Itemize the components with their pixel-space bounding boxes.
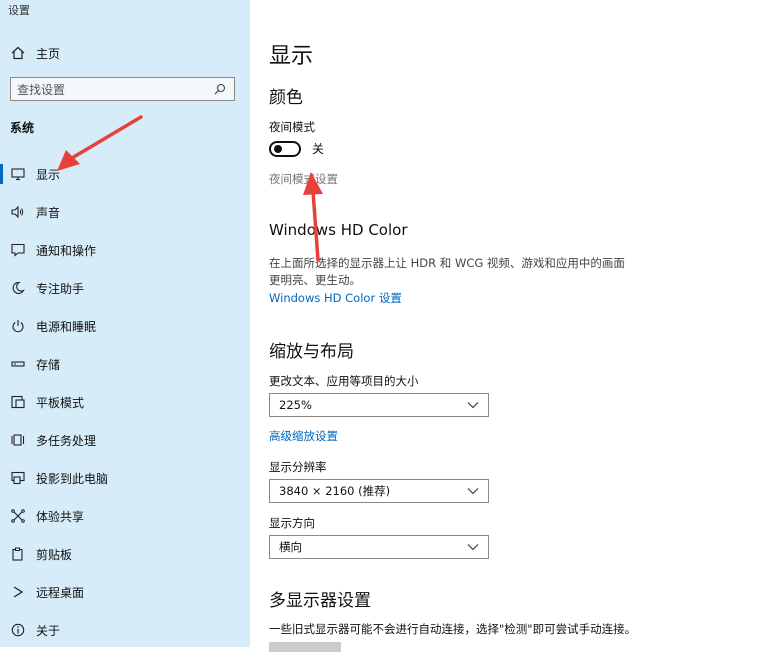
storage-icon <box>10 356 26 372</box>
resolution-select[interactable]: 3840 × 2160 (推荐) <box>269 479 489 503</box>
page-title: 显示 <box>269 44 314 69</box>
sidebar-item-remote-desktop[interactable]: 远程桌面 <box>0 573 250 611</box>
sidebar-item-focus-assist[interactable]: 专注助手 <box>0 269 250 307</box>
home-icon <box>10 45 26 61</box>
share-icon <box>10 508 26 524</box>
sidebar-item-storage[interactable]: 存储 <box>0 345 250 383</box>
sidebar-item-label: 专注助手 <box>36 281 85 296</box>
sidebar-item-label: 存储 <box>36 357 61 372</box>
section-title-color: 颜色 <box>269 88 303 108</box>
section-title-multi-display: 多显示器设置 <box>269 591 371 611</box>
speaker-icon <box>10 204 26 220</box>
sidebar-item-label: 电源和睡眠 <box>36 319 97 334</box>
orientation-select[interactable]: 横向 <box>269 535 489 559</box>
sidebar-item-home[interactable]: 主页 <box>0 40 250 66</box>
select-value: 横向 <box>279 540 302 554</box>
search-placeholder: 查找设置 <box>17 82 66 97</box>
sidebar-item-power[interactable]: 电源和睡眠 <box>0 307 250 345</box>
power-icon <box>10 318 26 334</box>
sidebar-item-notifications[interactable]: 通知和操作 <box>0 231 250 269</box>
moon-icon <box>10 280 26 296</box>
hdr-description: 在上面所选择的显示器上让 HDR 和 WCG 视频、游戏和应用中的画面更明亮、更… <box>269 256 625 287</box>
detect-button[interactable] <box>269 642 341 652</box>
select-value: 225% <box>279 398 312 412</box>
sidebar-item-clipboard[interactable]: 剪贴板 <box>0 535 250 573</box>
scale-size-label: 更改文本、应用等项目的大小 <box>269 374 419 388</box>
info-icon <box>10 622 26 638</box>
sidebar-item-multitask[interactable]: 多任务处理 <box>0 421 250 459</box>
project-icon <box>10 470 26 486</box>
window-title: 设置 <box>8 4 30 17</box>
night-mode-settings-link[interactable]: 夜间模式设置 <box>269 171 338 187</box>
sidebar-item-display[interactable]: 显示 <box>0 155 250 193</box>
toggle-state-label: 关 <box>312 142 325 156</box>
search-input[interactable]: 查找设置 <box>10 77 235 101</box>
notification-icon <box>10 242 26 258</box>
tablet-icon <box>10 394 26 410</box>
search-icon[interactable] <box>212 81 228 97</box>
multitask-icon <box>10 432 26 448</box>
clipboard-icon <box>10 546 26 562</box>
scale-size-select[interactable]: 225% <box>269 393 489 417</box>
sidebar-nav: 显示 声音 通知和操作 专注助手 电源和睡眠 存储 平板模式 多任务处理 投影到… <box>0 155 250 649</box>
section-title-hdr: Windows HD Color <box>269 221 408 239</box>
resolution-label: 显示分辨率 <box>269 460 327 474</box>
sidebar-item-label: 体验共享 <box>36 509 85 524</box>
hdr-settings-link[interactable]: Windows HD Color 设置 <box>269 290 402 306</box>
sidebar-item-label: 多任务处理 <box>36 433 97 448</box>
sidebar-item-label: 剪贴板 <box>36 547 73 562</box>
advanced-scaling-link[interactable]: 高级缩放设置 <box>269 428 338 444</box>
chevron-down-icon <box>466 398 480 412</box>
sidebar-item-label: 通知和操作 <box>36 243 97 258</box>
sidebar-item-about[interactable]: 关于 <box>0 611 250 649</box>
sidebar-item-label: 显示 <box>36 167 61 182</box>
sidebar-item-label: 声音 <box>36 205 61 220</box>
night-mode-label: 夜间模式 <box>269 120 315 134</box>
sidebar-item-label: 关于 <box>36 623 61 638</box>
chevron-down-icon <box>466 484 480 498</box>
sidebar-item-label: 主页 <box>36 46 61 61</box>
section-title: 系统 <box>10 121 35 135</box>
sidebar-item-label: 平板模式 <box>36 395 85 410</box>
sidebar: 设置 主页 查找设置 系统 显示 声音 通知和操作 专注助手 电源和睡眠 存储 … <box>0 0 250 647</box>
sidebar-item-project[interactable]: 投影到此电脑 <box>0 459 250 497</box>
night-mode-toggle-row: 关 <box>269 140 324 157</box>
sidebar-item-tablet[interactable]: 平板模式 <box>0 383 250 421</box>
sidebar-item-share[interactable]: 体验共享 <box>0 497 250 535</box>
sidebar-item-sound[interactable]: 声音 <box>0 193 250 231</box>
chevron-down-icon <box>466 540 480 554</box>
night-mode-toggle[interactable] <box>269 140 301 157</box>
orientation-label: 显示方向 <box>269 516 315 530</box>
monitor-icon <box>10 166 26 182</box>
toggle-knob <box>274 144 282 153</box>
multi-display-description: 一些旧式显示器可能不会进行自动连接，选择"检测"即可尝试手动连接。 <box>269 622 637 636</box>
select-value: 3840 × 2160 (推荐) <box>279 484 391 498</box>
section-title-scale: 缩放与布局 <box>269 342 354 362</box>
main-content: 显示 颜色 夜间模式 关 夜间模式设置 Windows HD Color 在上面… <box>250 0 769 652</box>
sidebar-item-label: 投影到此电脑 <box>36 471 109 486</box>
remote-desktop-icon <box>10 584 26 600</box>
sidebar-item-label: 远程桌面 <box>36 585 85 600</box>
